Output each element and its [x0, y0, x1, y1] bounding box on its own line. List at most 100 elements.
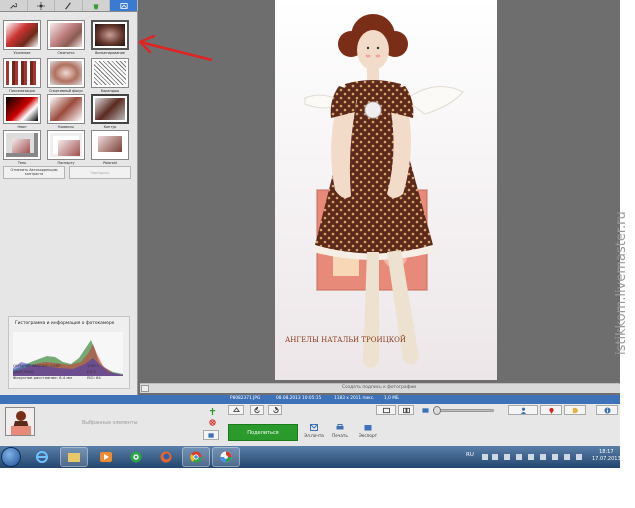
- info-button[interactable]: [596, 405, 618, 415]
- rotate-right-button[interactable]: [268, 405, 282, 415]
- tray-icon[interactable]: [552, 454, 558, 460]
- histogram-panel: Гистограмма и информация о фотокамере OL…: [8, 316, 130, 389]
- album-dropdown[interactable]: [203, 430, 219, 440]
- tray-icon[interactable]: [576, 454, 582, 460]
- media-player-icon: [100, 452, 112, 462]
- places-button[interactable]: [540, 405, 562, 415]
- file-size: 1,0 МБ: [384, 396, 399, 401]
- person-icon: [520, 407, 526, 414]
- effect-thumb-selected[interactable]: [91, 20, 129, 50]
- tab-tuning[interactable]: [28, 0, 56, 11]
- effects-panel: Усиление Смягчить Виньетирование Пиксели…: [0, 0, 138, 395]
- printer-icon: [336, 424, 344, 430]
- taskbar-media-player[interactable]: [92, 447, 120, 467]
- focal-length: Фокусное расстояние: 6.4 мм: [13, 375, 73, 380]
- effect-thumb[interactable]: [3, 58, 41, 88]
- tab-effects[interactable]: [55, 0, 83, 11]
- upload-button[interactable]: [228, 405, 244, 415]
- rotate-left-button[interactable]: [250, 405, 264, 415]
- undo-contrast-button[interactable]: Отменить Автокоррекцию контраста: [3, 166, 65, 179]
- effect-thumb[interactable]: [91, 58, 129, 88]
- file-name: P8082371.JPG: [230, 396, 261, 401]
- tab-fun-effects[interactable]: [83, 0, 111, 11]
- brush-icon: [65, 1, 72, 10]
- folder-icon: [68, 453, 80, 462]
- effect-label: Тень: [17, 161, 27, 165]
- taskbar-mail-agent[interactable]: [122, 447, 150, 467]
- tag-icon: [572, 407, 578, 413]
- people-button[interactable]: [508, 405, 538, 415]
- tray-icon[interactable]: [482, 454, 488, 460]
- effect-thumb[interactable]: [91, 130, 129, 160]
- export-label: Экспорт: [358, 433, 378, 438]
- zoom-slider[interactable]: [436, 409, 494, 412]
- taskbar-firefox[interactable]: [152, 447, 180, 467]
- histogram-title: Гистограмма и информация о фотокамере: [15, 321, 115, 326]
- camera-make: OLYMPUS IMAGING CORP.: [13, 363, 62, 368]
- effect-label: Усиление: [13, 51, 31, 55]
- effect-thumb[interactable]: [47, 20, 85, 50]
- taskbar-ie[interactable]: [28, 447, 56, 467]
- rotate-right-icon: [272, 406, 279, 413]
- effect-thumb[interactable]: [47, 130, 85, 160]
- tray-icon[interactable]: [504, 454, 510, 460]
- pin-button[interactable]: [205, 406, 219, 416]
- start-button[interactable]: [1, 447, 21, 467]
- repeat-button[interactable]: Повторить: [69, 166, 131, 179]
- effect-thumb[interactable]: [47, 94, 85, 124]
- compare-button[interactable]: [398, 405, 414, 415]
- print-action[interactable]: Печать: [329, 424, 351, 438]
- effect-thumb[interactable]: [3, 94, 41, 124]
- tags-button[interactable]: [564, 405, 586, 415]
- taskbar-explorer[interactable]: [60, 447, 88, 467]
- watermark: istikkom.livemaster.ru: [614, 211, 629, 355]
- tab-basic-fixes[interactable]: [0, 0, 28, 11]
- effect-label: Polaroid: [103, 161, 117, 165]
- tray-icon[interactable]: [540, 454, 546, 460]
- at-sign-icon: [130, 451, 142, 463]
- zoom-slider-handle[interactable]: [433, 406, 441, 415]
- tray-thumbnail-image: [6, 408, 34, 435]
- album-icon: [207, 432, 214, 438]
- bucket-icon: [93, 3, 99, 9]
- language-indicator[interactable]: RU: [466, 452, 474, 458]
- windows-taskbar: RU 18:17 17.07.2013: [0, 446, 621, 468]
- fullscreen-button[interactable]: [376, 405, 396, 415]
- effect-label: Комиксы: [58, 125, 74, 129]
- export-action[interactable]: Экспорт: [357, 424, 379, 438]
- tray-icon[interactable]: [492, 454, 498, 460]
- map-pin-icon: [548, 407, 554, 414]
- wrench-icon: [10, 2, 18, 9]
- compare-icon: [402, 407, 410, 413]
- file-resolution: 1183 x 2011 пикс.: [334, 396, 375, 401]
- effect-label: Паспарту: [57, 161, 75, 165]
- effect-thumb[interactable]: [47, 58, 85, 88]
- file-info-bar: P8082371.JPG 08.08.2013 10:05:15 1183 x …: [0, 395, 620, 404]
- effect-thumb[interactable]: [91, 94, 129, 124]
- caption-toggle-icon[interactable]: [141, 385, 149, 392]
- taskbar-clock[interactable]: 18:17 17.07.2013: [592, 449, 621, 463]
- tray-thumbnail[interactable]: [5, 407, 35, 436]
- photo-tray: Выбранные элементы Поделиться Эл.почта П…: [0, 404, 620, 446]
- taskbar-chrome[interactable]: [182, 447, 210, 467]
- share-button[interactable]: Поделиться: [228, 424, 298, 441]
- export-icon: [364, 425, 372, 431]
- main-photo[interactable]: АНГЕЛЫ НАТАЛЬИ ТРОИЦКОЙ: [275, 0, 497, 380]
- email-action[interactable]: Эл.почта: [303, 424, 325, 438]
- picasa-icon: [220, 451, 232, 463]
- tray-icon[interactable]: [528, 454, 534, 460]
- upload-icon: [232, 406, 240, 412]
- pin-icon: [209, 407, 215, 415]
- taskbar-picasa[interactable]: [212, 447, 240, 467]
- iso: ISO: 64: [87, 375, 101, 380]
- tray-icon[interactable]: [564, 454, 570, 460]
- effect-thumb[interactable]: [3, 20, 41, 50]
- firefox-icon: [160, 451, 172, 463]
- effect-thumb[interactable]: [3, 130, 41, 160]
- clear-button[interactable]: [205, 417, 219, 427]
- tab-more-effects[interactable]: [110, 0, 138, 11]
- sun-icon: [36, 1, 45, 10]
- caption-input[interactable]: Создать подпись к фотографии: [342, 385, 416, 390]
- tray-icon[interactable]: [516, 454, 522, 460]
- zoom-icon-button[interactable]: [418, 405, 432, 415]
